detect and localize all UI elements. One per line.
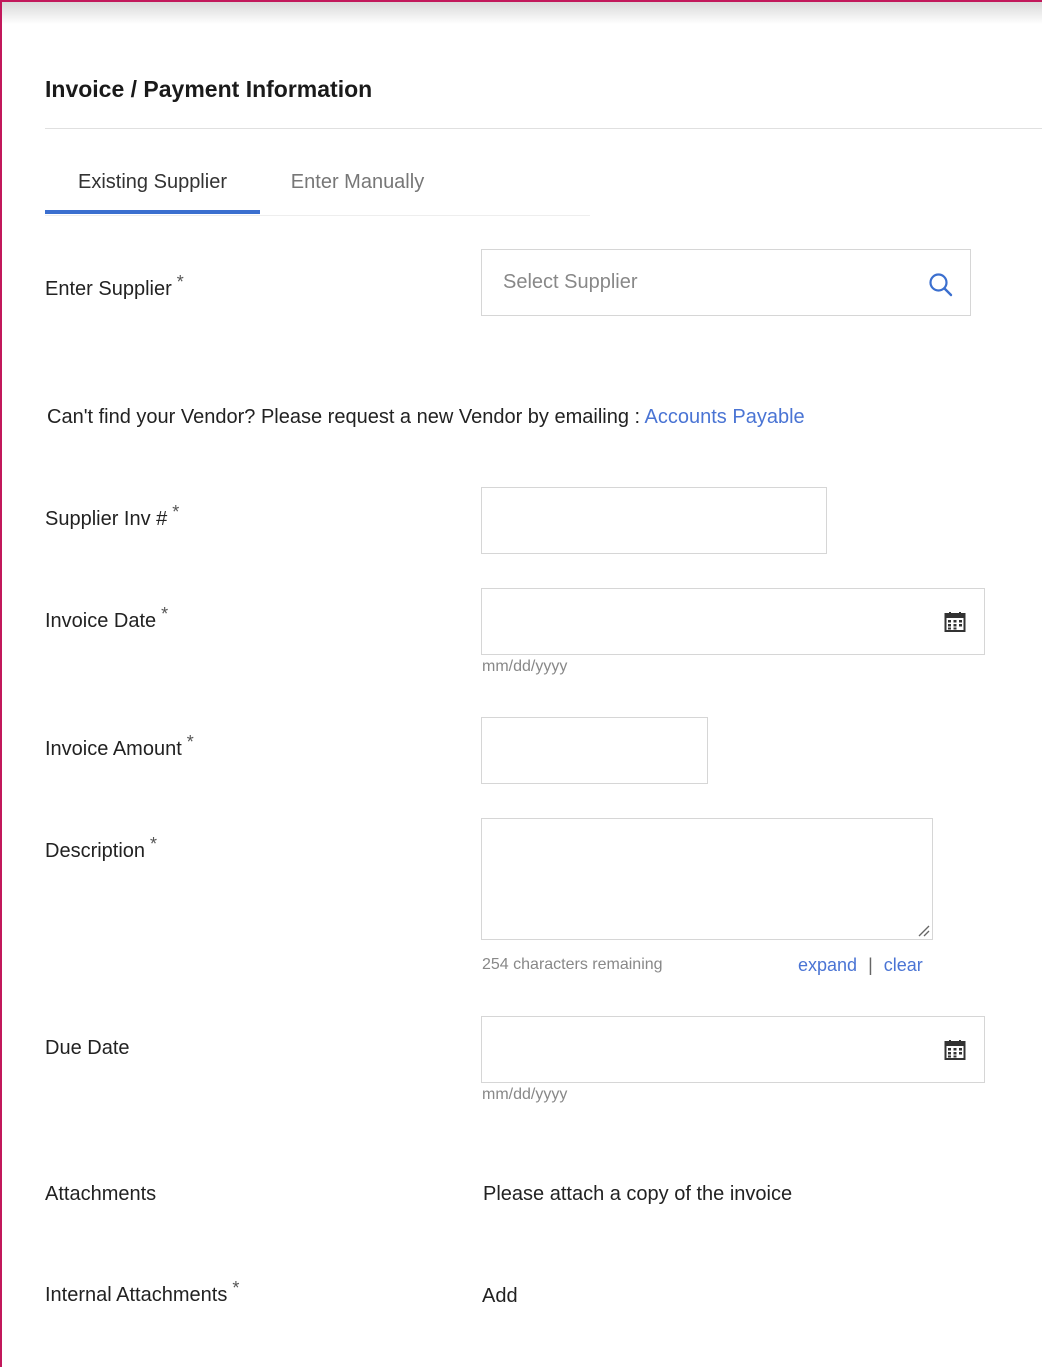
description-label-row: Description * <box>45 834 157 863</box>
attachments-label-row: Attachments <box>45 1183 156 1206</box>
due-date-input[interactable] <box>481 1016 985 1083</box>
required-marker: * <box>161 604 169 624</box>
supplier-inv-input[interactable] <box>481 487 827 554</box>
attachments-instruction: Please attach a copy of the invoice <box>483 1183 793 1205</box>
characters-remaining: 254 characters remaining <box>482 956 663 973</box>
supplier-inv-label-row: Supplier Inv # * <box>45 502 179 531</box>
supplier-placeholder: Select Supplier <box>503 271 638 293</box>
title-divider <box>45 128 1042 129</box>
clear-link[interactable]: clear <box>884 955 923 975</box>
invoice-amount-label-row: Invoice Amount * <box>45 732 194 761</box>
required-marker: * <box>232 1278 240 1298</box>
description-label: Description <box>45 840 146 862</box>
add-internal-attachment-link[interactable]: Add <box>482 1285 518 1308</box>
calendar-icon[interactable] <box>944 1039 966 1066</box>
required-marker: * <box>176 272 184 292</box>
due-date-format-hint: mm/dd/yyyy <box>482 1086 568 1103</box>
description-actions: expand | clear <box>798 955 923 976</box>
invoice-amount-input[interactable] <box>481 717 708 784</box>
calendar-icon[interactable] <box>944 611 966 638</box>
expand-link[interactable]: expand <box>798 955 857 975</box>
supplier-label-row: Enter Supplier * <box>45 272 184 301</box>
invoice-date-label: Invoice Date <box>45 610 157 632</box>
supplier-search-input[interactable]: Select Supplier <box>481 249 971 316</box>
supplier-tabs: Existing Supplier Enter Manually <box>45 160 590 216</box>
tab-enter-manually[interactable]: Enter Manually <box>260 160 455 212</box>
invoice-date-label-row: Invoice Date * <box>45 604 168 633</box>
accounts-payable-link[interactable]: Accounts Payable <box>645 406 805 428</box>
attachments-label: Attachments <box>45 1183 157 1205</box>
invoice-amount-label: Invoice Amount <box>45 738 182 760</box>
vendor-help-text: Can't find your Vendor? Please request a… <box>47 406 805 429</box>
internal-attachments-label-row: Internal Attachments * <box>45 1278 239 1307</box>
action-separator: | <box>868 955 873 975</box>
top-shadow-bar <box>2 2 1042 24</box>
required-marker: * <box>172 502 180 522</box>
section-title: Invoice / Payment Information <box>45 76 373 102</box>
search-icon[interactable] <box>928 272 954 303</box>
invoice-date-input[interactable] <box>481 588 985 655</box>
required-marker: * <box>150 834 158 854</box>
required-marker: * <box>186 732 194 752</box>
internal-attachments-label: Internal Attachments <box>45 1284 228 1306</box>
vendor-help-message: Can't find your Vendor? Please request a… <box>47 406 645 428</box>
due-date-label: Due Date <box>45 1037 130 1059</box>
supplier-inv-label: Supplier Inv # <box>45 508 168 530</box>
description-textarea[interactable] <box>481 818 933 940</box>
due-date-label-row: Due Date <box>45 1037 130 1060</box>
tab-existing-supplier[interactable]: Existing Supplier <box>45 160 260 214</box>
resize-handle-icon[interactable] <box>916 923 930 937</box>
invoice-date-format-hint: mm/dd/yyyy <box>482 658 568 675</box>
supplier-label: Enter Supplier <box>45 278 172 300</box>
